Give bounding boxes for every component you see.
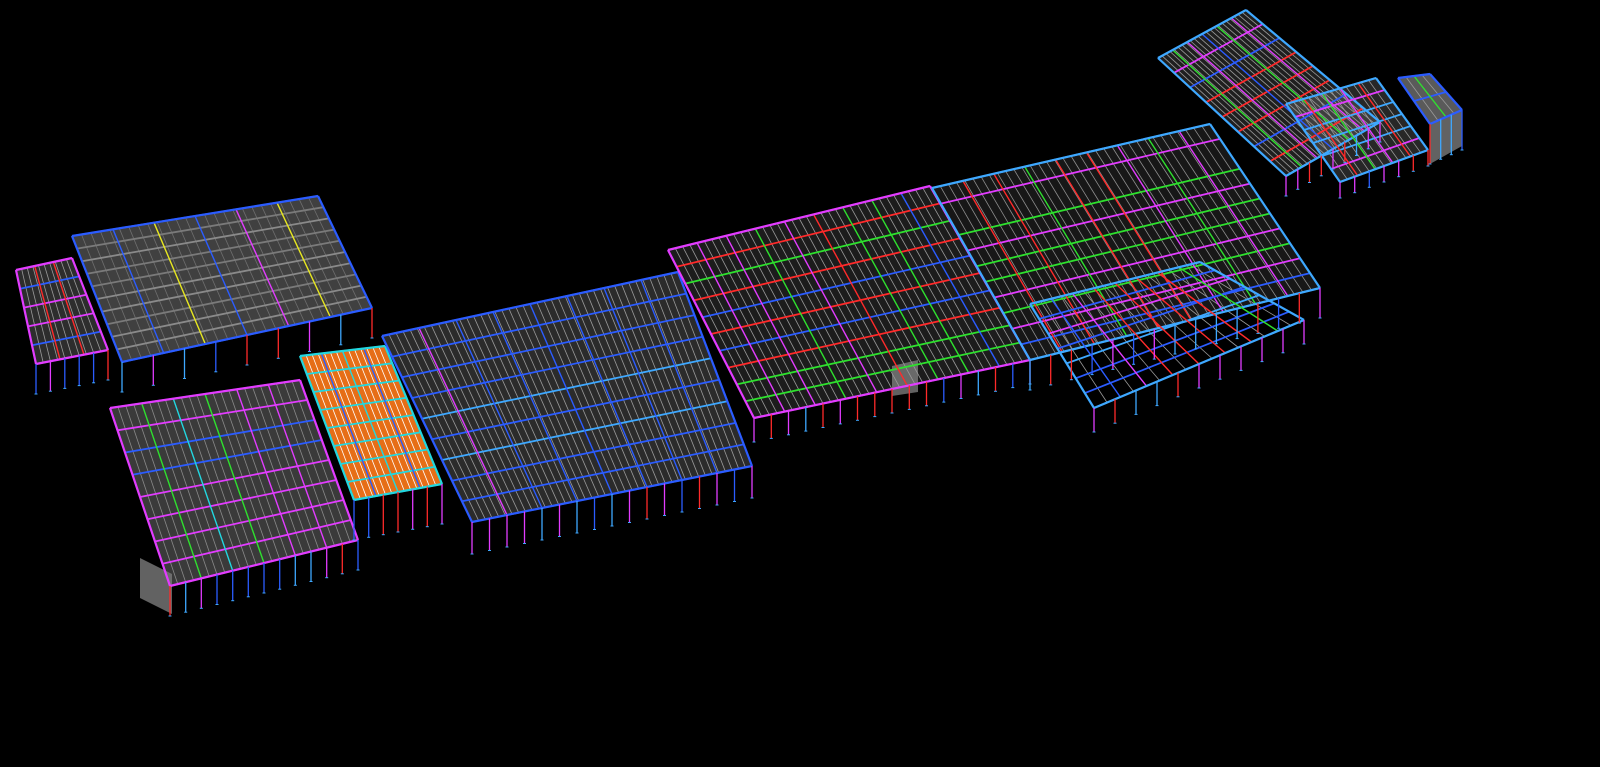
cad-viewport[interactable] bbox=[0, 0, 1600, 767]
structural-model-wireframe[interactable] bbox=[0, 0, 1600, 767]
